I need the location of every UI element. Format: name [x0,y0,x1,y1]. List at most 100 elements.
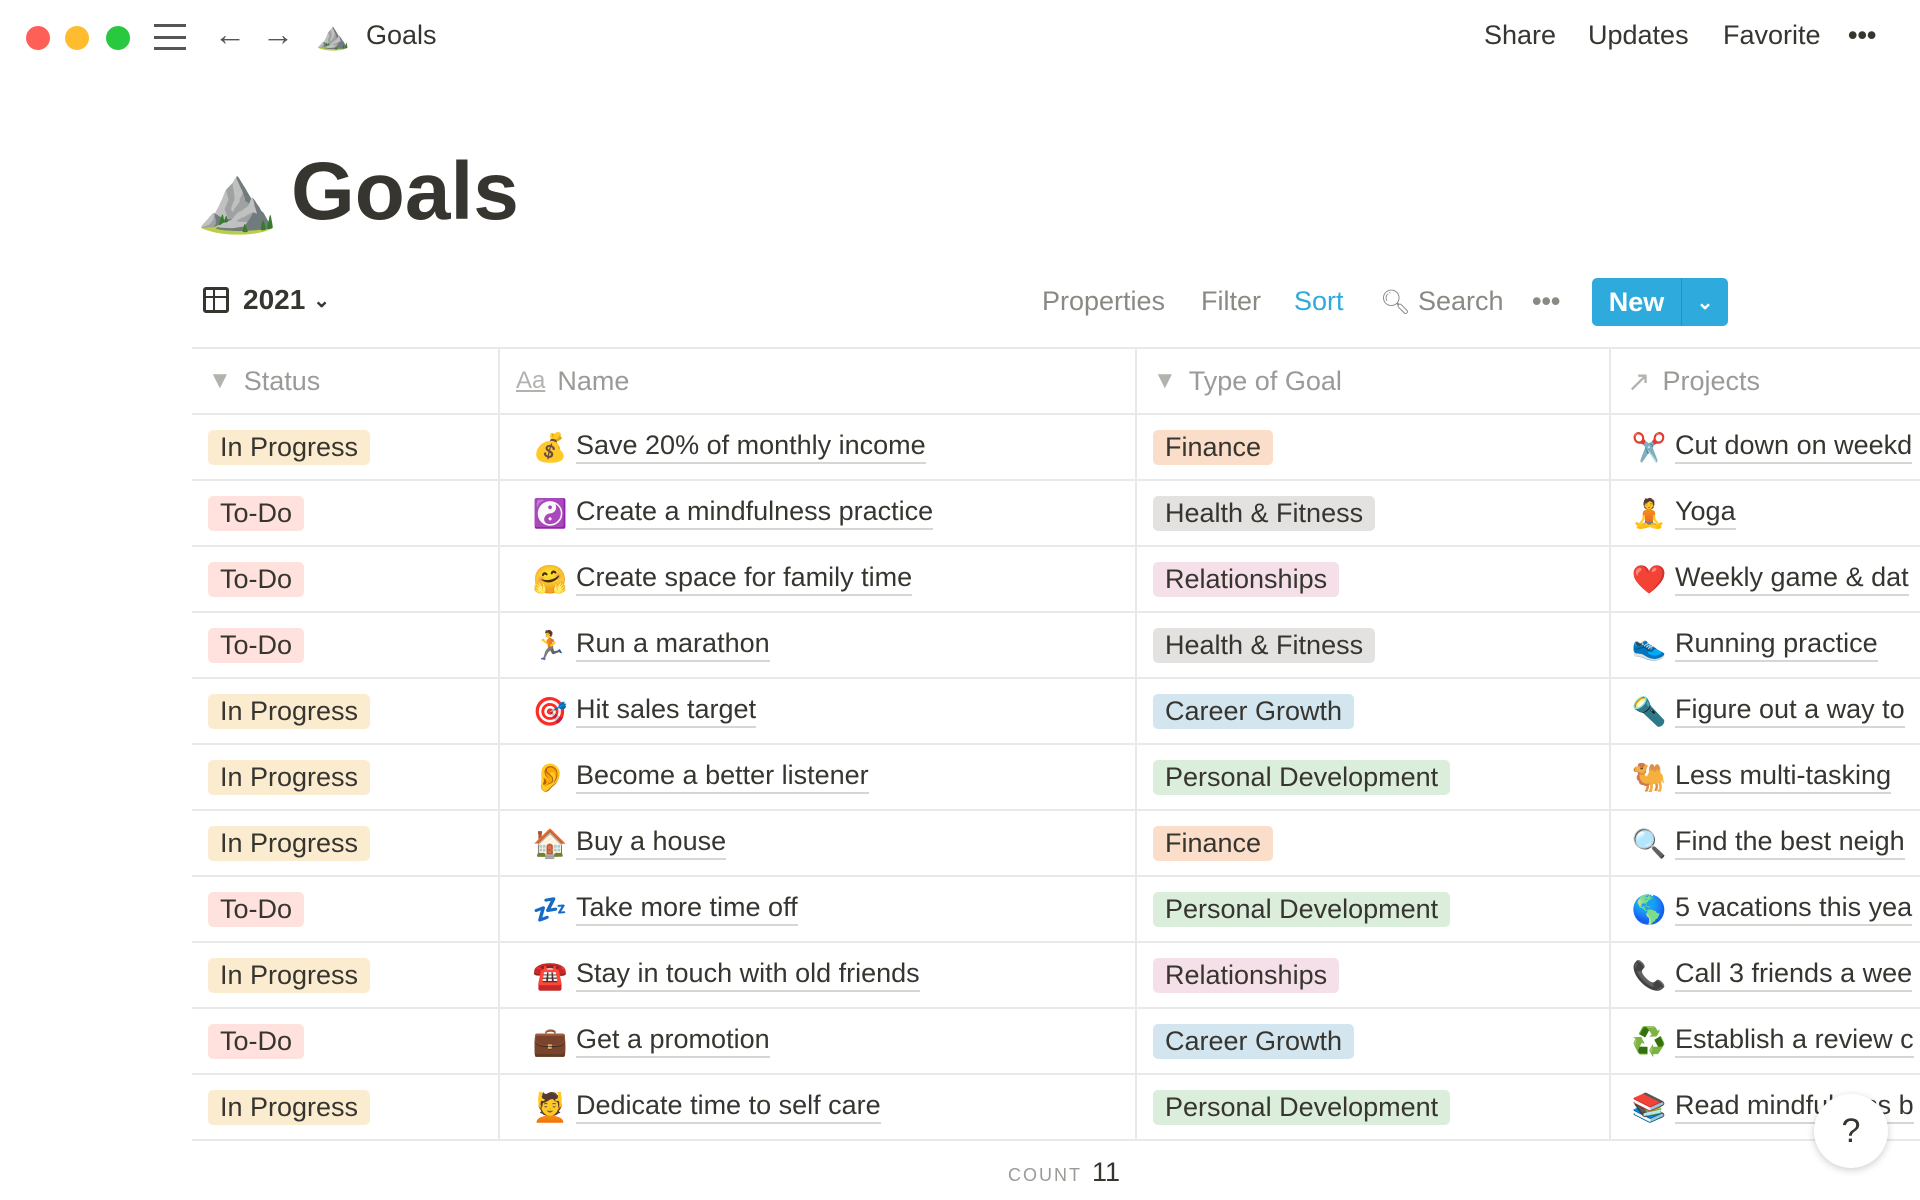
zoom-window-button[interactable] [106,26,130,50]
help-button[interactable]: ? [1814,1094,1888,1168]
type-cell[interactable]: Personal Development [1135,745,1609,809]
type-cell[interactable]: Career Growth [1135,1009,1609,1073]
filter-button[interactable]: Filter [1201,286,1261,317]
column-header-type-of-goal[interactable]: ▼ Type of Goal [1135,349,1609,413]
table-row[interactable]: To-Do 🏃 Run a marathon Health & Fitness 👟 Run… [192,613,1920,679]
type-cell[interactable]: Personal Development [1135,1075,1609,1139]
name-cell[interactable]: 🤗 Create space for family time [498,547,1135,611]
status-cell[interactable]: In Progress [192,943,498,1007]
project-link[interactable]: Find the best neigh [1675,826,1905,860]
column-header-projects[interactable]: ↗ Projects [1609,349,1920,413]
name-cell[interactable]: ☯️ Create a mindfulness practice [498,481,1135,545]
project-link[interactable]: Figure out a way to [1675,694,1905,728]
new-button-label[interactable]: New [1592,278,1682,326]
more-options-icon[interactable]: ••• [1848,20,1876,51]
projects-cell[interactable]: 🐫 Less multi-tasking [1609,745,1920,809]
goal-name-link[interactable]: Save 20% of monthly income [576,430,926,464]
type-cell[interactable]: Health & Fitness [1135,613,1609,677]
status-cell[interactable]: To-Do [192,1009,498,1073]
sidebar-menu-icon[interactable] [154,24,186,50]
status-cell[interactable]: In Progress [192,679,498,743]
type-cell[interactable]: Relationships [1135,547,1609,611]
status-cell[interactable]: To-Do [192,481,498,545]
type-cell[interactable]: Career Growth [1135,679,1609,743]
updates-button[interactable]: Updates [1588,20,1689,51]
name-cell[interactable]: ☎️ Stay in touch with old friends [498,943,1135,1007]
project-link[interactable]: Call 3 friends a wee [1675,958,1913,992]
goal-name-link[interactable]: Become a better listener [576,760,869,794]
minimize-window-button[interactable] [65,26,89,50]
share-button[interactable]: Share [1484,20,1556,51]
project-link[interactable]: Less multi-tasking [1675,760,1892,794]
projects-cell[interactable]: 🔍 Find the best neigh [1609,811,1920,875]
goal-name-link[interactable]: Dedicate time to self care [576,1090,881,1124]
project-link[interactable]: Yoga [1675,496,1736,530]
type-cell[interactable]: Finance [1135,811,1609,875]
status-cell[interactable]: In Progress [192,811,498,875]
view-selector[interactable]: 2021 ⌄ [203,284,330,316]
table-row[interactable]: To-Do 💤 Take more time off Personal Develop… [192,877,1920,943]
project-link[interactable]: Cut down on weekd [1675,430,1913,464]
sort-button[interactable]: Sort [1294,286,1344,317]
goal-name-link[interactable]: Take more time off [576,892,798,926]
projects-cell[interactable]: ✂️ Cut down on weekd [1609,415,1920,479]
goal-name-link[interactable]: Hit sales target [576,694,757,728]
projects-cell[interactable]: 🔦 Figure out a way to [1609,679,1920,743]
project-link[interactable]: Running practice [1675,628,1878,662]
project-link[interactable]: 5 vacations this yea [1675,892,1913,926]
favorite-button[interactable]: Favorite [1723,20,1821,51]
projects-cell[interactable]: ❤️ Weekly game & dat [1609,547,1920,611]
properties-button[interactable]: Properties [1042,286,1165,317]
goal-name-link[interactable]: Create space for family time [576,562,913,596]
table-row[interactable]: In Progress 🎯 Hit sales target Career Growt… [192,679,1920,745]
name-cell[interactable]: 💰 Save 20% of monthly income [498,415,1135,479]
status-cell[interactable]: In Progress [192,1075,498,1139]
type-cell[interactable]: Relationships [1135,943,1609,1007]
name-cell[interactable]: 🏃 Run a marathon [498,613,1135,677]
name-cell[interactable]: 👂 Become a better listener [498,745,1135,809]
projects-cell[interactable]: 🌎 5 vacations this yea [1609,877,1920,941]
projects-cell[interactable]: 📞 Call 3 friends a wee [1609,943,1920,1007]
table-row[interactable]: To-Do ☯️ Create a mindfulness practice Heal… [192,481,1920,547]
status-cell[interactable]: To-Do [192,877,498,941]
project-link[interactable]: Establish a review c [1675,1024,1914,1058]
type-cell[interactable]: Finance [1135,415,1609,479]
forward-arrow-icon[interactable]: → [262,16,294,53]
projects-cell[interactable]: 🧘 Yoga [1609,481,1920,545]
column-header-name[interactable]: Aa Name [498,349,1135,413]
name-cell[interactable]: 💆 Dedicate time to self care [498,1075,1135,1139]
goal-name-link[interactable]: Stay in touch with old friends [576,958,920,992]
name-cell[interactable]: 🏠 Buy a house [498,811,1135,875]
status-cell[interactable]: In Progress [192,745,498,809]
goal-name-link[interactable]: Get a promotion [576,1024,770,1058]
close-window-button[interactable] [26,26,50,50]
table-row[interactable]: In Progress 💆 Dedicate time to self care Pe… [192,1075,1920,1141]
type-cell[interactable]: Personal Development [1135,877,1609,941]
name-cell[interactable]: 🎯 Hit sales target [498,679,1135,743]
status-cell[interactable]: To-Do [192,613,498,677]
goal-name-link[interactable]: Run a marathon [576,628,770,662]
page-title[interactable]: Goals [291,145,519,239]
more-view-options-icon[interactable]: ••• [1532,286,1560,317]
table-row[interactable]: In Progress 👂 Become a better listener Pers… [192,745,1920,811]
goal-name-link[interactable]: Buy a house [576,826,727,860]
new-dropdown-chevron-icon[interactable]: ⌄ [1682,278,1728,326]
breadcrumb-page-title[interactable]: Goals [366,20,437,51]
projects-cell[interactable]: ♻️ Establish a review c [1609,1009,1920,1073]
table-row[interactable]: In Progress 🏠 Buy a house Finance 🔍 Find the … [192,811,1920,877]
column-header-status[interactable]: ▼ Status [192,349,498,413]
status-cell[interactable]: To-Do [192,547,498,611]
search-button[interactable]: Search [1418,286,1504,317]
name-cell[interactable]: 💤 Take more time off [498,877,1135,941]
type-cell[interactable]: Health & Fitness [1135,481,1609,545]
table-row[interactable]: In Progress 💰 Save 20% of monthly income Fi… [192,415,1920,481]
new-button[interactable]: New ⌄ [1592,278,1728,326]
table-row[interactable]: To-Do 🤗 Create space for family time Relati… [192,547,1920,613]
name-cell[interactable]: 💼 Get a promotion [498,1009,1135,1073]
table-row[interactable]: In Progress ☎️ Stay in touch with old frie… [192,943,1920,1009]
back-arrow-icon[interactable]: ← [214,16,246,53]
goal-name-link[interactable]: Create a mindfulness practice [576,496,934,530]
search-icon[interactable]: 🔍︎ [1380,288,1410,317]
table-row[interactable]: To-Do 💼 Get a promotion Career Growth ♻️ Esta… [192,1009,1920,1075]
page-icon[interactable]: ⛰️ [196,160,278,238]
